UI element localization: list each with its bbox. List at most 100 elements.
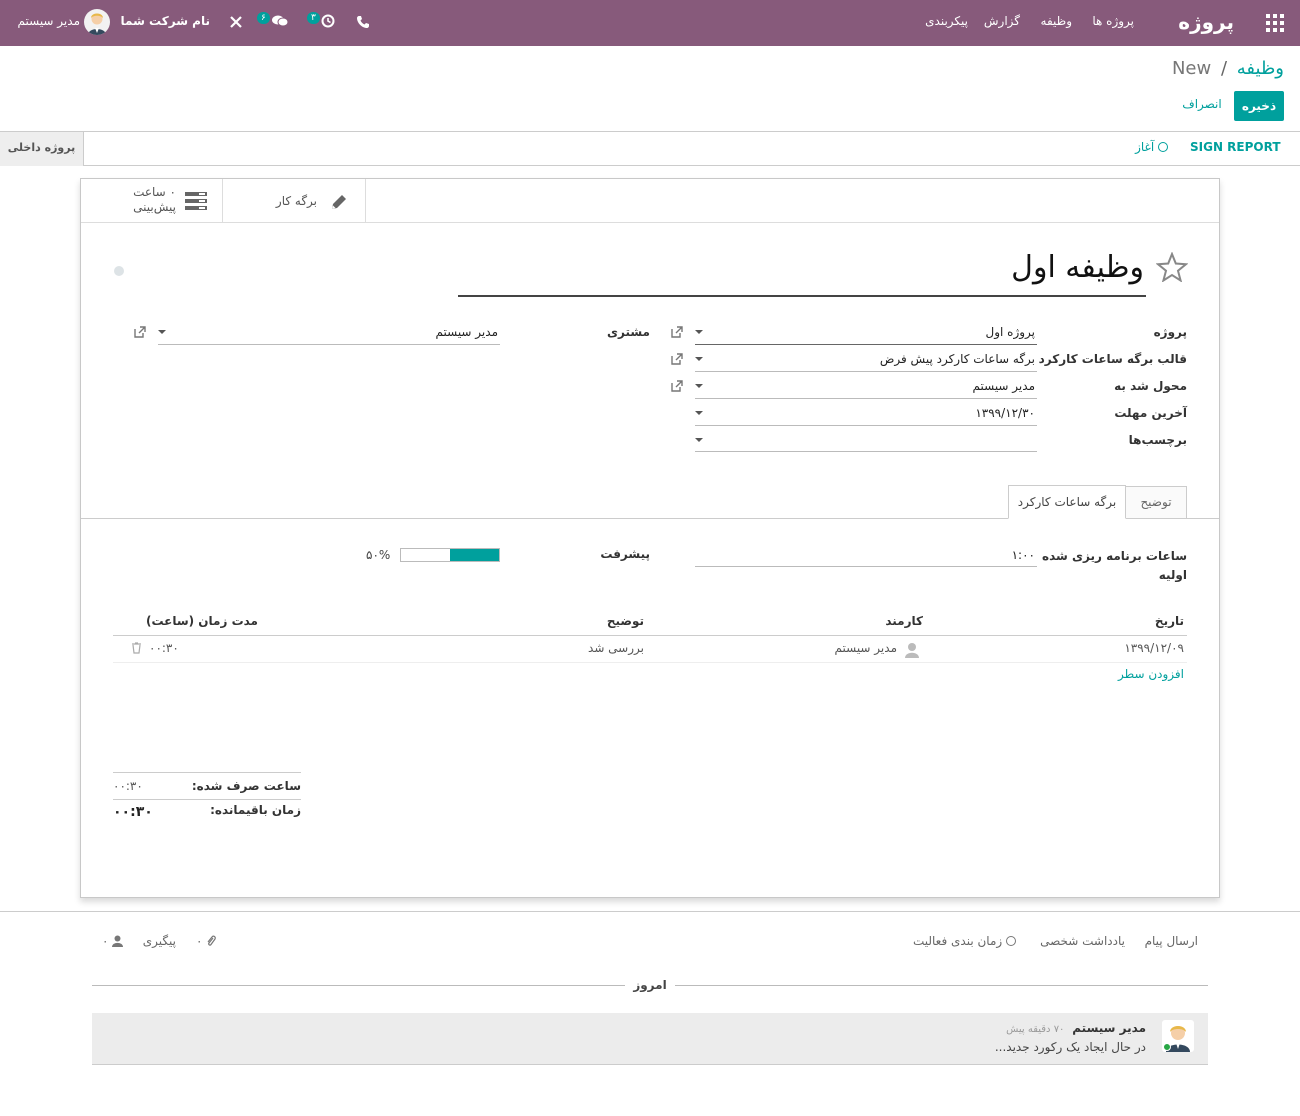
discard-button[interactable]: انصراف: [1178, 97, 1226, 111]
project-external-link-icon[interactable]: [670, 325, 684, 339]
today-line-left: [92, 985, 625, 986]
tags-label: برچسب‌ها: [1128, 433, 1187, 447]
customer-dropdown-caret[interactable]: [158, 330, 166, 334]
planned-hours-line: ۰ ساعت: [96, 185, 176, 200]
deadline-dropdown-caret[interactable]: [695, 411, 703, 415]
kanban-state-indicator[interactable]: [114, 266, 124, 276]
priority-star-icon[interactable]: [1156, 252, 1188, 282]
project-dropdown-caret[interactable]: [695, 330, 703, 334]
debug-tools-icon[interactable]: [229, 15, 243, 29]
paperclip-icon: [207, 935, 217, 946]
save-button[interactable]: ذخیره: [1234, 91, 1284, 121]
followers-count: ۰: [102, 934, 109, 948]
trash-icon[interactable]: [131, 642, 142, 654]
deadline-value[interactable]: ۱۳۹۹/۱۲/۳۰: [975, 406, 1035, 420]
stage-button[interactable]: پروژه داخلی: [0, 132, 84, 166]
followers-button[interactable]: ۰: [102, 934, 124, 948]
comments-icon: [272, 15, 289, 27]
assigned-value[interactable]: مدیر سیستم: [973, 379, 1036, 393]
table-row[interactable]: ۱۳۹۹/۱۲/۰۹ مدیر سیستم بررسی شد ۰۰:۳۰: [113, 636, 1187, 662]
row-employee: مدیر سیستم: [834, 641, 898, 655]
start-timer-button[interactable]: آغاز: [1135, 140, 1168, 154]
remaining-hours-value: ۰۰:۳۰: [113, 804, 153, 820]
tab-timesheets[interactable]: برگه ساعات کارکرد: [1008, 485, 1126, 519]
tags-field-line: [695, 451, 1037, 452]
breadcrumb-parent[interactable]: وظیفه: [1237, 58, 1284, 79]
menu-reporting[interactable]: گزارش: [984, 14, 1020, 28]
project-field-line: [695, 344, 1037, 345]
row-duration: ۰۰:۳۰: [149, 641, 179, 655]
menu-tasks[interactable]: وظیفه: [1041, 14, 1072, 28]
menu-projects[interactable]: پروژه ها: [1092, 14, 1134, 28]
online-status-dot: [1163, 1043, 1171, 1051]
activity-menu[interactable]: ۳: [307, 12, 339, 30]
progress-label: پیشرفت: [600, 547, 650, 561]
message-body: در حال ایجاد یک رکورد جدید...: [994, 1040, 1146, 1054]
planned-label: پیش‌بینی: [133, 200, 176, 214]
assigned-dropdown-caret[interactable]: [695, 384, 703, 388]
follow-button[interactable]: پیگیری: [143, 934, 176, 948]
breadcrumb-current: New: [1171, 58, 1212, 79]
stage-label: پروژه داخلی: [7, 141, 76, 154]
clock-small-icon: [1006, 936, 1016, 946]
phone-icon[interactable]: [356, 15, 370, 29]
log-note-button[interactable]: یادداشت شخصی: [1040, 934, 1125, 948]
message-time: ۷۰ دقیقه پیش: [1006, 1024, 1065, 1035]
assigned-field-line: [695, 398, 1037, 399]
planned-value: ۰: [169, 185, 176, 199]
remaining-hours-label: زمان باقیمانده:: [210, 803, 301, 817]
spent-hours-label: ساعت صرف شده:: [191, 779, 301, 793]
planned-hours-smart-button[interactable]: ۰ ساعت پیش‌بینی: [81, 179, 222, 223]
col-duration[interactable]: مدت زمان (ساعت): [146, 614, 258, 628]
tags-dropdown-caret[interactable]: [695, 438, 703, 442]
project-value[interactable]: پروژه اول: [986, 325, 1036, 339]
tasks-list-icon: [185, 192, 207, 210]
message-author[interactable]: مدیر سیستم: [1072, 1021, 1146, 1035]
col-description[interactable]: توضیح: [607, 614, 644, 628]
template-dropdown-caret[interactable]: [695, 357, 703, 361]
project-label: پروژه: [1153, 325, 1187, 339]
send-message-button[interactable]: ارسال پیام: [1145, 934, 1198, 948]
assigned-external-link-icon[interactable]: [670, 379, 684, 393]
progress-text: ۵۰%: [366, 548, 391, 562]
customer-value[interactable]: مدیر سیستم: [436, 325, 499, 339]
planned-hours-value[interactable]: ۱:۰۰: [1012, 548, 1035, 562]
activity-count: ۳: [307, 12, 320, 24]
col-employee[interactable]: کارمند: [885, 614, 923, 628]
customer-external-link-icon[interactable]: [133, 325, 147, 339]
attachments-button[interactable]: ۰: [196, 934, 217, 948]
col-date[interactable]: تاریخ: [1155, 614, 1184, 628]
attachments-count: ۰: [196, 934, 203, 948]
sign-report-button[interactable]: SIGN REPORT: [1190, 140, 1281, 154]
today-separator: امروز: [633, 978, 667, 992]
totals-mid-line: [113, 799, 301, 800]
apps-grid-icon[interactable]: [1266, 14, 1284, 32]
messages-count: ۶: [257, 12, 270, 24]
clock-o-icon: [1158, 142, 1168, 152]
task-title[interactable]: وظیفه اول: [1011, 250, 1144, 285]
timesheet-smart-button[interactable]: برگه کار: [222, 179, 366, 223]
menu-configuration[interactable]: پیکربندی: [925, 14, 968, 28]
customer-field-line: [158, 344, 500, 345]
user-name[interactable]: مدیر سیستم: [18, 14, 81, 28]
row-date: ۱۳۹۹/۱۲/۰۹: [1124, 641, 1184, 655]
tab-description[interactable]: توضیح: [1125, 486, 1187, 518]
deadline-label: آخرین مهلت: [1114, 406, 1187, 420]
tab-timesheets-label: برگه ساعات کارکرد: [1017, 495, 1117, 509]
customer-label: مشتری: [606, 325, 650, 339]
add-line-link[interactable]: افزودن سطر: [1118, 667, 1184, 681]
progress-bar-fill: [450, 549, 499, 561]
company-switcher[interactable]: نام شرکت شما: [121, 14, 210, 28]
table-row-divider: [113, 662, 1187, 663]
user-icon: [112, 935, 124, 947]
template-value[interactable]: برگه ساعات کارکرد پیش فرض: [880, 352, 1035, 366]
smart-buttons-divider: [366, 222, 1219, 223]
messages-menu[interactable]: ۶: [257, 12, 291, 30]
template-external-link-icon[interactable]: [670, 352, 684, 366]
user-avatar[interactable]: [84, 9, 110, 35]
planned-hours-label-line1: ساعات برنامه ریزی شده: [1042, 549, 1187, 563]
schedule-activity-label: زمان بندی فعالیت: [912, 934, 1003, 948]
chatter-divider: [0, 911, 1300, 912]
message-author-avatar: [1162, 1020, 1194, 1052]
schedule-activity-button[interactable]: زمان بندی فعالیت: [913, 934, 1016, 948]
